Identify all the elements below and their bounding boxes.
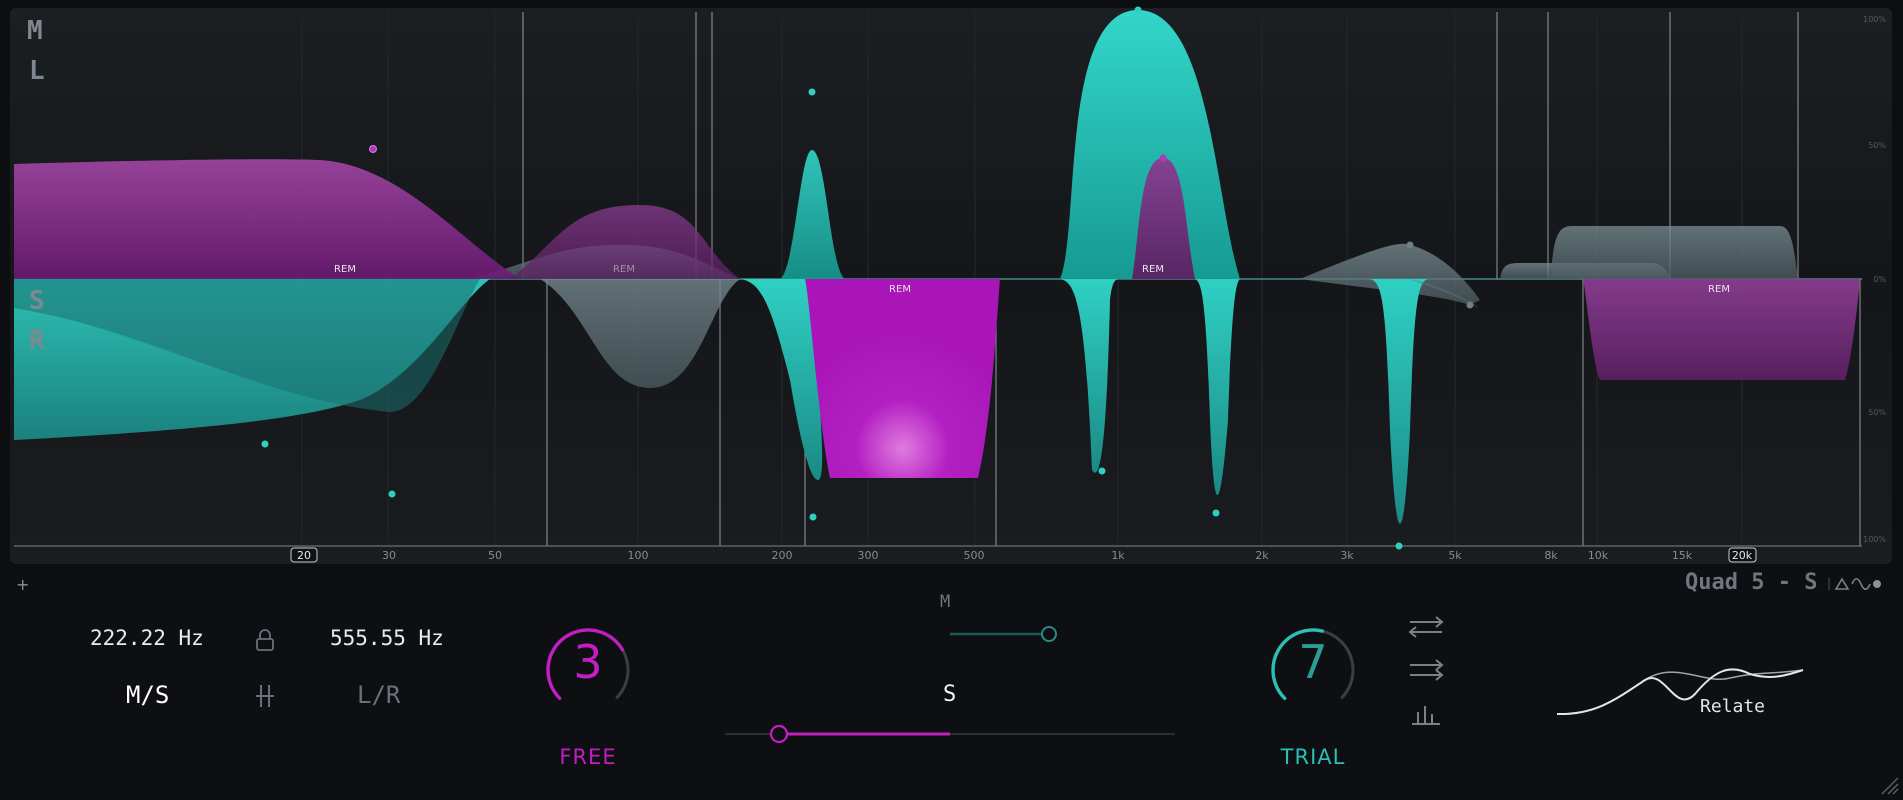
trial-label: TRIAL xyxy=(1280,745,1346,769)
channel-label-m: M xyxy=(27,16,43,46)
band-tag-rem: REM xyxy=(613,264,635,275)
band-tag-rem: REM xyxy=(889,284,911,295)
tick-label: 5k xyxy=(1448,549,1462,562)
forward-arrows-icon[interactable] xyxy=(1404,658,1448,686)
band-shape-s-magenta[interactable] xyxy=(805,279,1000,478)
shape-icons xyxy=(1827,572,1883,596)
channel-label-r: R xyxy=(29,326,45,356)
tick-label: 100 xyxy=(628,549,649,562)
spectrum-icon[interactable] xyxy=(1410,700,1442,732)
scale-label: 50% xyxy=(1868,408,1886,417)
band-tag-rem: REM xyxy=(1708,284,1730,295)
s-slider-handle[interactable] xyxy=(769,724,789,744)
m-slider[interactable] xyxy=(725,625,1175,645)
low-frequency-value[interactable]: 222.22 Hz xyxy=(90,626,204,650)
tick-label: 30 xyxy=(382,549,396,562)
free-knob[interactable]: 3 xyxy=(543,625,633,715)
tick-label: 20k xyxy=(1732,549,1753,562)
sine-wave-icon[interactable] xyxy=(1851,577,1871,591)
scale-label: 100% xyxy=(1863,15,1886,24)
tick-label: 3k xyxy=(1340,549,1354,562)
control-panel: + Quad 5 - S 222.22 Hz 555.55 Hz M/S L/R xyxy=(0,570,1903,798)
scale-label: 50% xyxy=(1868,141,1886,150)
dot-icon[interactable] xyxy=(1873,580,1881,588)
tick-label: 10k xyxy=(1588,549,1609,562)
tick-label: 50 xyxy=(488,549,502,562)
free-label: FREE xyxy=(559,745,617,769)
trial-knob-value: 7 xyxy=(1298,635,1328,689)
s-slider[interactable] xyxy=(725,723,1175,745)
lock-icon[interactable] xyxy=(253,628,277,658)
tick-label: 200 xyxy=(772,549,793,562)
m-slider-label: M xyxy=(940,592,951,612)
add-band-button[interactable]: + xyxy=(16,575,29,594)
band-shape-m-gray[interactable] xyxy=(1550,226,1798,279)
tick-label: 500 xyxy=(964,549,985,562)
swap-arrows-icon[interactable] xyxy=(1404,615,1448,643)
preset-name[interactable]: Quad 5 - S xyxy=(1685,570,1817,595)
channel-label-l: L xyxy=(29,56,45,86)
mode-ms-button[interactable]: M/S xyxy=(126,681,169,709)
tick-label: 20 xyxy=(297,549,311,562)
triangle-icon[interactable] xyxy=(1834,577,1850,590)
trial-knob[interactable]: 7 xyxy=(1268,625,1358,715)
scale-label: 0% xyxy=(1873,275,1886,284)
link-icon[interactable] xyxy=(253,682,277,714)
channel-label-s: S xyxy=(29,286,45,316)
tick-label: 2k xyxy=(1255,549,1269,562)
mode-lr-button[interactable]: L/R xyxy=(357,681,400,709)
tick-label: 300 xyxy=(858,549,879,562)
resize-handle-icon[interactable] xyxy=(1878,774,1900,800)
tick-label: 8k xyxy=(1544,549,1558,562)
eq-display[interactable]: REM REM REM REM REM 100% 50% 0% 50% 100%… xyxy=(0,0,1903,570)
m-slider-handle[interactable] xyxy=(1041,626,1057,642)
band-tag-rem: REM xyxy=(334,264,356,275)
scale-label: 100% xyxy=(1863,535,1886,544)
eq-graph[interactable]: REM REM REM REM REM 100% 50% 0% 50% 100%… xyxy=(0,0,1903,570)
relate-label[interactable]: Relate xyxy=(1700,696,1765,717)
tick-label: 15k xyxy=(1672,549,1693,562)
band-tag-rem: REM xyxy=(1142,264,1164,275)
free-knob-value: 3 xyxy=(573,635,603,689)
tick-label: 1k xyxy=(1111,549,1125,562)
s-slider-label: S xyxy=(943,682,957,707)
high-frequency-value[interactable]: 555.55 Hz xyxy=(330,626,444,650)
relate-curve-icon[interactable] xyxy=(1555,660,1805,720)
